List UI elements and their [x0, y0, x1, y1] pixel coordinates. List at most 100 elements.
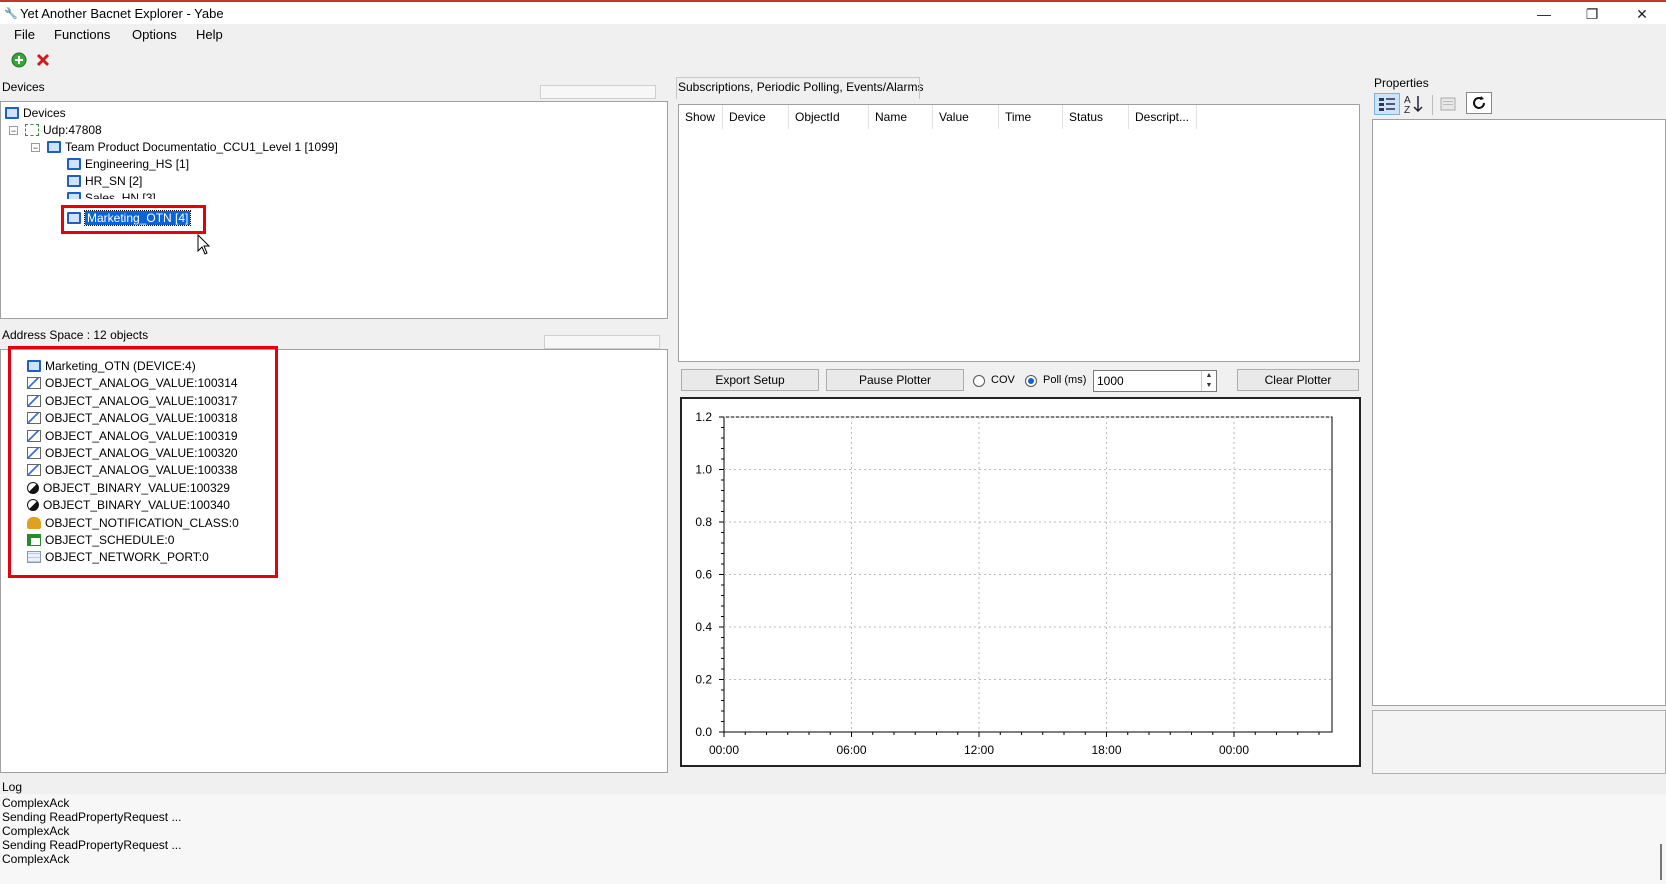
address-space-tree[interactable]: Marketing_OTN (DEVICE:4) OBJECT_ANALOG_VA… — [0, 346, 668, 773]
y-tick-label: 0.2 — [695, 673, 712, 687]
col-name[interactable]: Name — [869, 105, 933, 129]
address-space-item-label: OBJECT_SCHEDULE:0 — [45, 533, 175, 547]
poll-interval-value: 1000 — [1097, 374, 1124, 388]
stepper-arrows-icon[interactable]: ▲ ▼ — [1201, 371, 1216, 391]
log-output[interactable]: ComplexAck Sending ReadPropertyRequest ..… — [0, 794, 1666, 884]
address-space-item-label: OBJECT_BINARY_VALUE:100329 — [43, 480, 230, 495]
address-space-item[interactable]: OBJECT_ANALOG_VALUE:100314 — [27, 375, 238, 391]
col-objectid[interactable]: ObjectId — [789, 105, 869, 129]
tree-child-sales[interactable]: Sales_HN [3] — [67, 190, 156, 199]
pause-plotter-button[interactable]: Pause Plotter — [826, 369, 964, 391]
toolbar-separator — [1432, 95, 1433, 115]
tree-root-label: Devices — [23, 106, 66, 120]
minimize-button[interactable]: — — [1522, 4, 1566, 24]
x-tick-label: 12:00 — [964, 743, 994, 757]
address-space-item[interactable]: OBJECT_ANALOG_VALUE:100338 — [27, 462, 238, 478]
log-line: ComplexAck — [2, 852, 70, 866]
address-space-item-label: OBJECT_NOTIFICATION_CLASS:0 — [45, 515, 239, 530]
analog-value-icon — [27, 447, 41, 459]
poll-interval-stepper[interactable]: 1000 ▲ ▼ — [1093, 370, 1217, 392]
expander-device[interactable]: − — [31, 143, 40, 153]
expander-udp[interactable]: − — [9, 126, 18, 136]
address-space-item[interactable]: OBJECT_ANALOG_VALUE:100319 — [27, 428, 238, 444]
menu-options[interactable]: Options — [128, 27, 181, 42]
y-tick-label: 0.6 — [695, 568, 712, 582]
address-space-item[interactable]: Marketing_OTN (DEVICE:4) — [27, 358, 196, 374]
col-show[interactable]: Show — [679, 105, 723, 129]
col-device[interactable]: Device — [723, 105, 789, 129]
address-space-item-label: OBJECT_ANALOG_VALUE:100314 — [45, 376, 238, 391]
restore-button[interactable]: ❐ — [1570, 4, 1614, 24]
window-title: Yet Another Bacnet Explorer - Yabe — [20, 6, 224, 21]
menu-functions[interactable]: Functions — [50, 27, 114, 42]
address-space-item[interactable]: OBJECT_ANALOG_VALUE:100320 — [27, 445, 238, 461]
alphabetical-sort-icon[interactable]: AZ — [1402, 93, 1426, 116]
schedule-icon — [27, 534, 41, 546]
poll-radio[interactable] — [1025, 375, 1037, 387]
address-space-item[interactable]: OBJECT_NETWORK_PORT:0 — [27, 549, 209, 565]
binary-value-icon — [27, 499, 39, 512]
tree-udp-label: Udp:47808 — [43, 123, 102, 137]
refresh-icon[interactable] — [1466, 92, 1492, 114]
col-time[interactable]: Time — [999, 105, 1063, 129]
tree-udp[interactable]: Udp:47808 — [25, 122, 102, 138]
tree-devices-root[interactable]: Devices — [5, 105, 66, 121]
plotter-chart[interactable]: 0.0 0.2 0.4 0.6 0.8 1.0 1.2 00:00 06:00 12:00 18:0… — [680, 397, 1361, 767]
add-icon[interactable] — [10, 52, 28, 70]
x-tick-label: 06:00 — [836, 743, 866, 757]
log-line: ComplexAck — [2, 824, 70, 838]
device-icon — [27, 360, 41, 372]
address-space-item[interactable]: OBJECT_NOTIFICATION_CLASS:0 — [27, 515, 239, 531]
menu-help[interactable]: Help — [192, 27, 227, 42]
properties-grid[interactable] — [1372, 119, 1666, 706]
tree-device[interactable]: Team Product Documentatio_CCU1_Level 1 [… — [47, 139, 338, 155]
address-space-item[interactable]: OBJECT_SCHEDULE:0 — [27, 532, 174, 548]
devices-label: Devices — [2, 80, 45, 94]
log-label: Log — [2, 780, 23, 794]
categorized-view-icon[interactable] — [1374, 93, 1400, 115]
cov-label: COV — [991, 374, 1015, 386]
analog-value-icon — [27, 394, 41, 407]
address-space-item[interactable]: OBJECT_BINARY_VALUE:100340 — [27, 497, 230, 513]
poll-label: Poll (ms) — [1043, 374, 1087, 386]
address-space-item[interactable]: OBJECT_ANALOG_VALUE:100318 — [27, 410, 238, 426]
export-setup-button[interactable]: Export Setup — [681, 369, 819, 391]
tree-child-hr[interactable]: HR_SN [2] — [67, 173, 142, 189]
properties-description — [1372, 710, 1666, 774]
network-port-icon — [27, 551, 41, 564]
tree-child-marketing[interactable]: Marketing_OTN [4] — [67, 210, 192, 226]
cov-radio[interactable] — [973, 375, 985, 387]
tree-child-label: Engineering_HS [1] — [85, 157, 190, 171]
address-space-item[interactable]: OBJECT_ANALOG_VALUE:100317 — [27, 393, 238, 409]
subscriptions-list[interactable]: Show Device ObjectId Name Value Time Sta… — [678, 104, 1360, 362]
subscriptions-tab[interactable] — [676, 77, 920, 99]
tree-child-engineering[interactable]: Engineering_HS [1] — [67, 156, 189, 172]
col-description[interactable]: Descript... — [1129, 105, 1197, 129]
device-icon — [67, 192, 81, 199]
menu-file[interactable]: File — [10, 27, 39, 42]
binary-value-icon — [27, 481, 39, 494]
devices-icon — [5, 107, 19, 119]
col-status[interactable]: Status — [1063, 105, 1129, 129]
log-scrollbar[interactable] — [1660, 844, 1662, 880]
address-space-item-label: Marketing_OTN (DEVICE:4) — [45, 359, 196, 373]
device-icon — [67, 175, 81, 187]
devices-splitter-box — [540, 85, 656, 99]
x-tick-label: 18:00 — [1091, 743, 1121, 757]
remove-icon[interactable] — [34, 52, 52, 70]
devices-tree[interactable]: Devices − Udp:47808 − Team Product Docum… — [0, 101, 668, 319]
tree-child-label: HR_SN [2] — [85, 174, 143, 188]
col-value[interactable]: Value — [933, 105, 999, 129]
app-icon: 🔧 — [4, 8, 18, 20]
toolbar — [0, 48, 1666, 74]
title-bar[interactable]: 🔧 Yet Another Bacnet Explorer - Yabe — ❐… — [0, 2, 1666, 24]
close-button[interactable]: ✕ — [1620, 4, 1664, 24]
properties-label: Properties — [1374, 76, 1429, 90]
log-line: Sending ReadPropertyRequest ... — [2, 838, 182, 852]
property-pages-icon[interactable] — [1438, 95, 1458, 113]
analog-value-icon — [27, 377, 41, 390]
clear-plotter-button[interactable]: Clear Plotter — [1237, 369, 1359, 391]
address-space-item-label: OBJECT_BINARY_VALUE:100340 — [43, 498, 230, 513]
address-space-item[interactable]: OBJECT_BINARY_VALUE:100329 — [27, 480, 230, 496]
svg-text:Z: Z — [1404, 105, 1410, 115]
